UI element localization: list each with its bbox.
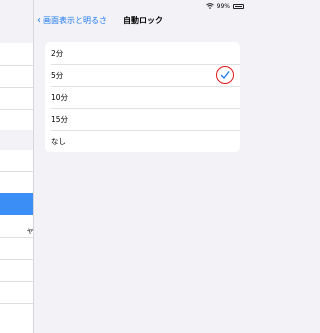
option-15-min[interactable]: 15分 xyxy=(45,108,240,130)
battery-percent: 99% xyxy=(216,2,230,10)
sidebar-divider xyxy=(0,259,33,260)
sidebar-item-selected[interactable] xyxy=(0,193,33,215)
sidebar-divider xyxy=(0,65,33,66)
sidebar-divider xyxy=(0,237,33,238)
highlight-circle xyxy=(216,66,234,84)
navigation-bar: ‹ 画面表示と明るさ 自動ロック xyxy=(35,10,250,32)
status-bar: 99% xyxy=(205,2,244,10)
option-2-min[interactable]: 2分 xyxy=(45,42,240,64)
sidebar-group xyxy=(0,150,33,333)
checkmark-icon xyxy=(220,71,230,79)
settings-sidebar: ャ xyxy=(0,0,34,333)
back-button[interactable]: ‹ 画面表示と明るさ xyxy=(37,15,107,26)
chevron-left-icon: ‹ xyxy=(37,14,41,26)
sidebar-item-label-partial: ャ xyxy=(26,226,34,235)
sidebar-divider xyxy=(0,281,33,282)
option-label: なし xyxy=(51,136,66,146)
back-button-label: 画面表示と明るさ xyxy=(43,16,107,25)
auto-lock-options: 2分 5分 10分 15分 なし xyxy=(45,42,240,152)
option-never[interactable]: なし xyxy=(45,130,240,152)
sidebar-divider xyxy=(0,303,33,304)
option-5-min[interactable]: 5分 xyxy=(45,64,240,86)
option-label: 2分 xyxy=(51,48,64,58)
option-10-min[interactable]: 10分 xyxy=(45,86,240,108)
battery-icon xyxy=(233,3,244,9)
sidebar-divider xyxy=(0,109,33,110)
option-label: 15分 xyxy=(51,114,69,124)
wifi-icon xyxy=(205,3,214,9)
page-title: 自動ロック xyxy=(123,16,163,25)
sidebar-divider xyxy=(0,171,33,172)
option-label: 5分 xyxy=(51,70,64,80)
sidebar-divider xyxy=(0,87,33,88)
option-label: 10分 xyxy=(51,92,69,102)
